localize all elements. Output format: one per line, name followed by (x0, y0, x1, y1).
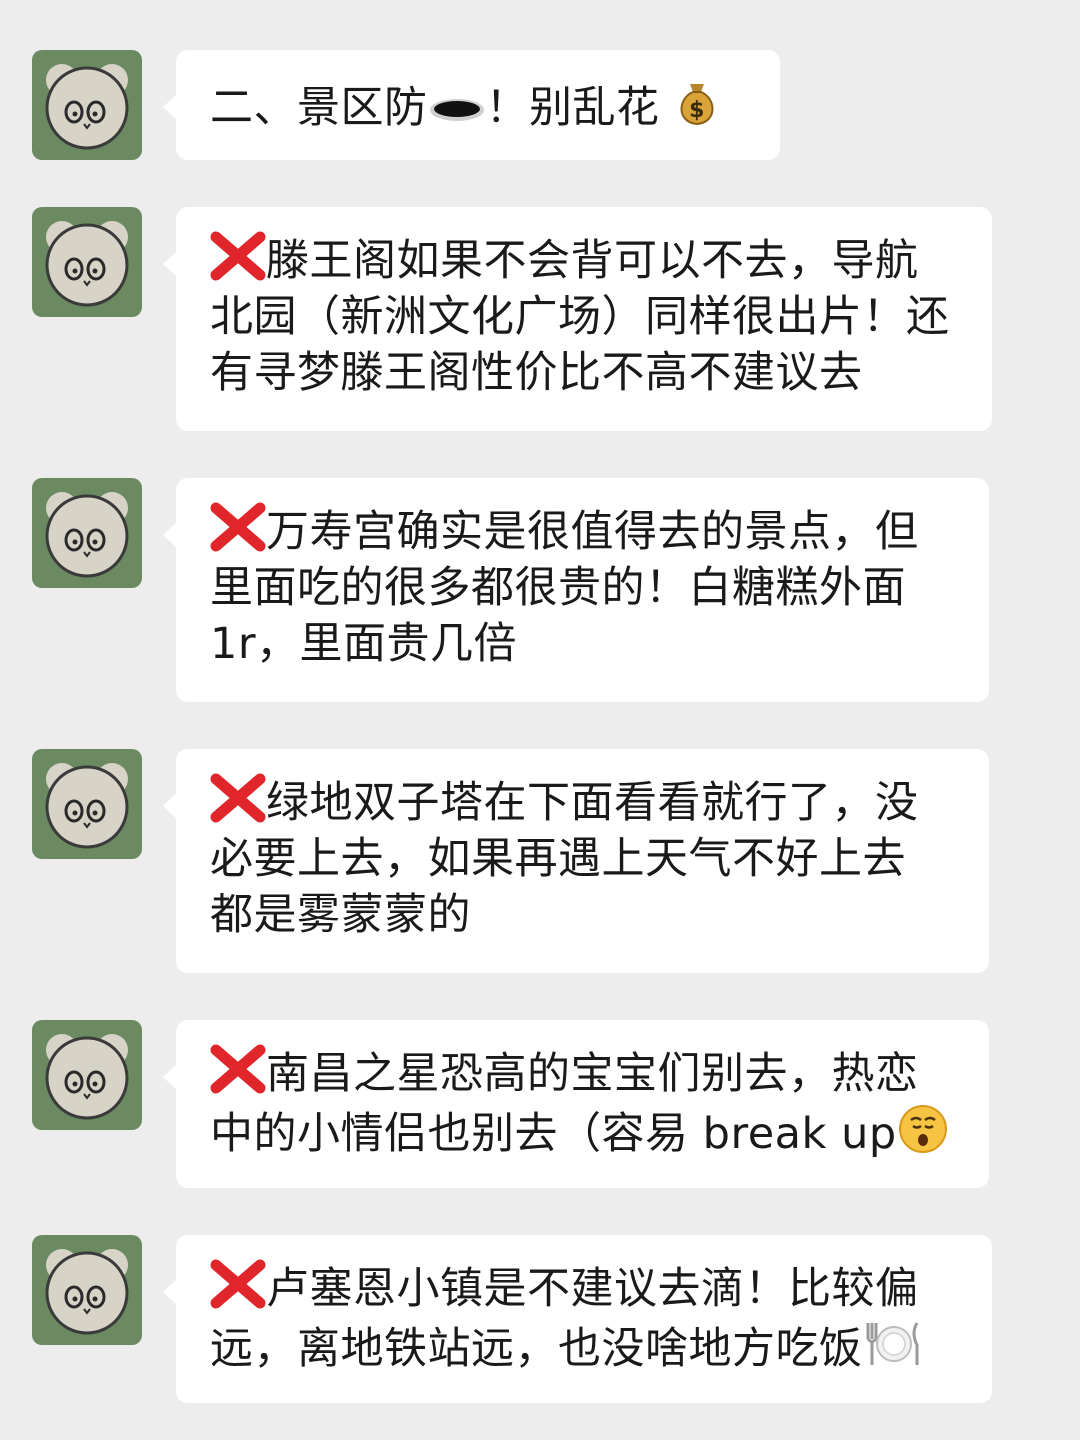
message-text: 绿地双子塔在下面看看就行了，没 (266, 778, 919, 828)
cross-mark-icon (210, 1259, 266, 1309)
message-text: 二、景区防 (210, 83, 428, 133)
avatar[interactable] (32, 1020, 142, 1130)
avatar[interactable] (32, 478, 142, 588)
message-text: 里面吃的很多都很贵的！白糖糕外面 (210, 563, 906, 613)
message-text: 中的小情侣也别去（容易 break up (210, 1109, 897, 1159)
message-text: 1r，里面贵几倍 (210, 619, 518, 669)
message-bubble[interactable]: 滕王阁如果不会背可以不去，导航 北园（新洲文化广场）同样很出片！还 有寻梦滕王阁… (163, 207, 992, 431)
message-text: 卢塞恩小镇是不建议去滴！比较偏 (266, 1264, 919, 1314)
chat-screen: { "messages": [ { "lines": ["二、景区防", "！别… (0, 0, 1080, 1440)
message-text: 滕王阁如果不会背可以不去，导航 (266, 236, 919, 286)
cross-mark-icon (210, 231, 266, 281)
cross-mark-icon (210, 1044, 266, 1094)
message-bubble[interactable]: 卢塞恩小镇是不建议去滴！比较偏 远，离地铁站远，也没啥地方吃饭 (163, 1235, 992, 1403)
message-bubble[interactable]: 万寿宫确实是很值得去的景点，但 里面吃的很多都很贵的！白糖糕外面 1r，里面贵几… (163, 478, 989, 702)
avatar[interactable] (32, 207, 142, 317)
message-text: 有寻梦滕王阁性价比不高不建议去 (210, 348, 863, 398)
message-bubble[interactable]: 绿地双子塔在下面看看就行了，没 必要上去，如果再遇上天气不好上去 都是雾蒙蒙的 (163, 749, 989, 973)
message-bubble[interactable]: 南昌之星恐高的宝宝们别去，热恋 中的小情侣也别去（容易 break up (163, 1020, 989, 1188)
svg-text:$: $ (689, 98, 705, 123)
message-text: 远，离地铁站远，也没啥地方吃饭 (210, 1324, 863, 1374)
avatar[interactable] (32, 749, 142, 859)
message-text: ！别乱花 (485, 83, 660, 133)
hole-icon (428, 86, 486, 142)
message-text: 万寿宫确实是很值得去的景点，但 (266, 507, 919, 557)
avatar[interactable] (32, 1235, 142, 1345)
message-text: 必要上去，如果再遇上天气不好上去 (210, 834, 906, 884)
message-bubble[interactable]: 二、景区防 ！别乱花 $ (163, 50, 780, 160)
cross-mark-icon (210, 502, 266, 552)
message-text: 南昌之星恐高的宝宝们别去，热恋 (266, 1049, 919, 1099)
money-bag-icon: $ (674, 76, 720, 142)
message-text: 北园（新洲文化广场）同样很出片！还 (210, 292, 950, 342)
message-text: 都是雾蒙蒙的 (210, 890, 471, 940)
cross-mark-icon (210, 773, 266, 823)
kissing-face-icon (897, 1102, 949, 1168)
avatar[interactable] (32, 50, 142, 160)
plate-cutlery-icon (863, 1317, 923, 1383)
